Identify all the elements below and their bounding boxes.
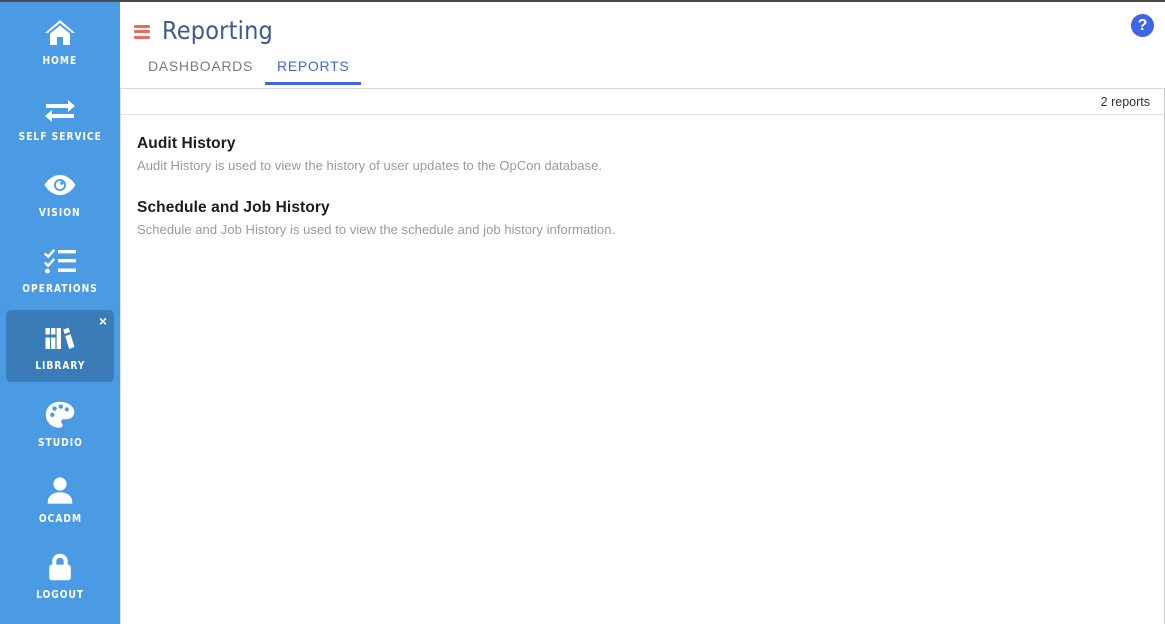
reports-panel: 2 reports Audit History Audit History is… [120, 88, 1165, 624]
eye-icon [43, 168, 77, 202]
report-description: Audit History is used to view the histor… [137, 158, 603, 173]
sidebar-item-vision[interactable]: VISION [6, 158, 114, 228]
main-sidebar: HOME SELF SERVICE VISION OPERATIONS × LI… [0, 0, 120, 624]
page-header: Reporting ? DASHBOARDS REPORTS [120, 2, 1165, 88]
palette-icon [43, 398, 77, 432]
list-item[interactable]: Schedule and Job History Schedule and Jo… [137, 199, 1037, 237]
report-description: Schedule and Job History is used to view… [137, 222, 616, 237]
lock-icon [43, 550, 77, 584]
sidebar-item-label: LOGOUT [35, 587, 85, 601]
sidebar-item-label: HOME [42, 53, 78, 67]
tab-bar: DASHBOARDS REPORTS [120, 50, 1165, 85]
home-icon [43, 16, 77, 50]
sidebar-item-studio[interactable]: STUDIO [6, 388, 114, 458]
sidebar-item-self-service[interactable]: SELF SERVICE [6, 82, 114, 152]
sidebar-item-label: LIBRARY [34, 358, 86, 372]
sidebar-item-logout[interactable]: LOGOUT [6, 540, 114, 610]
close-icon[interactable]: × [99, 314, 107, 328]
tab-reports[interactable]: REPORTS [265, 50, 362, 85]
tab-dashboards[interactable]: DASHBOARDS [136, 50, 265, 85]
sidebar-item-library[interactable]: × LIBRARY [6, 310, 114, 382]
sidebar-item-operations[interactable]: OPERATIONS [6, 234, 114, 304]
sidebar-item-ocadm[interactable]: OCADM [6, 464, 114, 534]
report-name: Schedule and Job History [137, 199, 330, 216]
main-content-area: Reporting ? DASHBOARDS REPORTS 2 reports… [120, 2, 1165, 624]
user-icon [43, 474, 77, 508]
window-top-divider [0, 0, 1165, 2]
hamburger-icon[interactable] [134, 24, 150, 39]
checklist-icon [43, 244, 77, 278]
sidebar-item-label: OCADM [38, 511, 82, 525]
help-icon[interactable]: ? [1131, 14, 1154, 37]
sidebar-item-label: OPERATIONS [22, 281, 98, 295]
sidebar-item-label: STUDIO [37, 435, 83, 449]
report-count-label: 2 reports [1100, 94, 1150, 109]
exchange-icon [43, 92, 77, 126]
sidebar-item-label: VISION [39, 205, 81, 219]
app-root: HOME SELF SERVICE VISION OPERATIONS × LI… [0, 0, 1165, 624]
report-count-bar: 2 reports [121, 89, 1164, 115]
report-name: Audit History [137, 135, 236, 152]
report-list: Audit History Audit History is used to v… [121, 115, 1164, 237]
sidebar-item-label: SELF SERVICE [18, 129, 102, 143]
page-title: Reporting [162, 15, 274, 45]
books-icon [43, 321, 77, 355]
list-item[interactable]: Audit History Audit History is used to v… [137, 135, 1037, 173]
sidebar-item-home[interactable]: HOME [6, 6, 114, 76]
title-row: Reporting [120, 2, 1165, 48]
